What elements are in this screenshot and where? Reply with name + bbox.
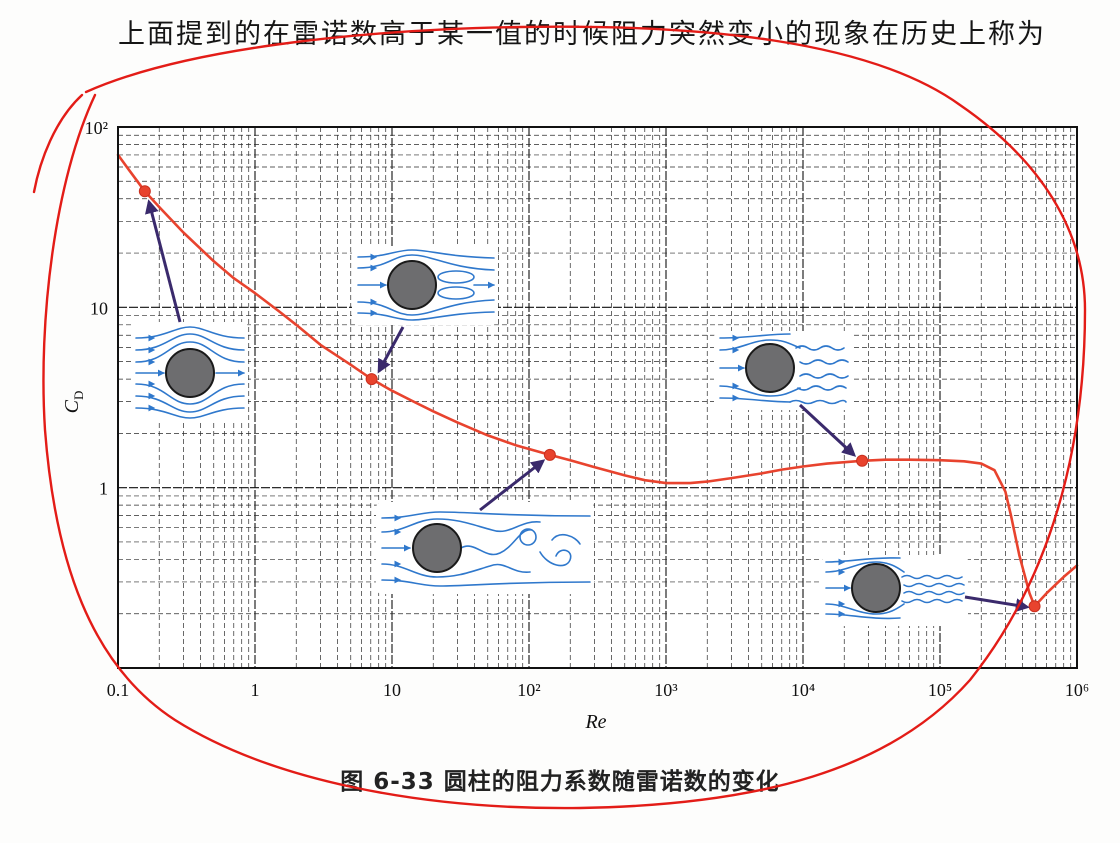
data-point-marker xyxy=(365,373,378,386)
y-tick-label: 10 xyxy=(90,298,108,318)
data-point-marker xyxy=(138,185,151,198)
x-axis-label: Re xyxy=(584,711,606,733)
y-axis-label-main: C xyxy=(61,399,83,413)
x-tick-label: 1 xyxy=(251,680,260,700)
cylinder-icon xyxy=(412,523,462,573)
cylinder-icon xyxy=(387,260,437,310)
flow-inset-turbulent-wake xyxy=(714,331,854,410)
y-tick-label: 10² xyxy=(85,118,108,138)
y-axis-label-subscript: D xyxy=(71,391,86,400)
data-point-marker xyxy=(543,448,556,461)
flow-inset-creeping xyxy=(132,322,248,422)
cylinder-icon xyxy=(851,563,901,613)
annotation-stroke xyxy=(32,93,84,194)
y-axis-label: CD xyxy=(61,391,86,414)
data-point-marker xyxy=(1028,600,1041,613)
cylinder-icon xyxy=(165,348,215,398)
x-tick-label: 10² xyxy=(517,680,540,700)
x-tick-label: 10⁶ xyxy=(1065,680,1089,700)
data-point-marker xyxy=(856,454,869,467)
flow-inset-vortex-street xyxy=(376,502,594,594)
x-tick-label: 10⁴ xyxy=(791,680,815,700)
x-tick-label: 10 xyxy=(383,680,401,700)
x-tick-label: 0.1 xyxy=(107,680,130,700)
flow-inset-narrow-wake xyxy=(822,555,968,626)
x-tick-label: 10⁵ xyxy=(928,680,952,700)
y-tick-label: 1 xyxy=(99,479,108,499)
drag-coefficient-chart: 0.1 1 10 10² 10³ 10⁴ 10⁵ 10⁶ 1 10 10² Re CD xyxy=(32,25,1089,810)
cylinder-icon xyxy=(745,343,795,393)
flow-inset-attached-eddies xyxy=(352,247,498,325)
x-tick-label: 10³ xyxy=(654,680,678,700)
